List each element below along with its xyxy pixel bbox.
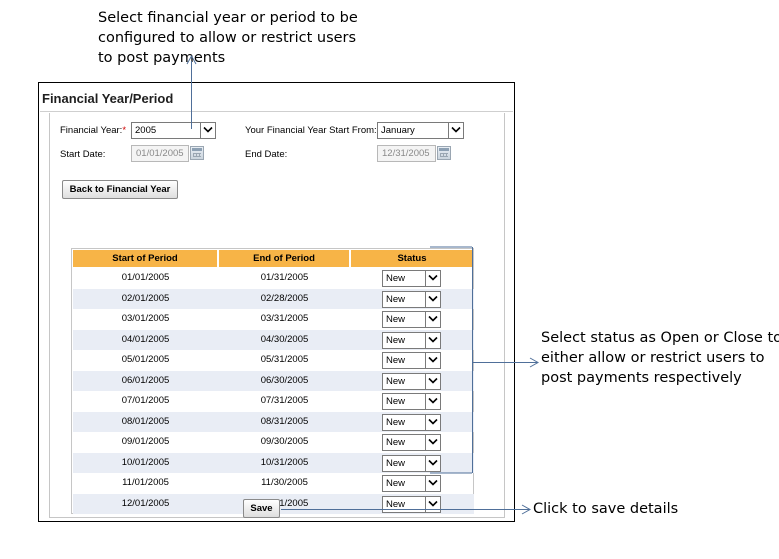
- callout-connectors: [186, 54, 540, 515]
